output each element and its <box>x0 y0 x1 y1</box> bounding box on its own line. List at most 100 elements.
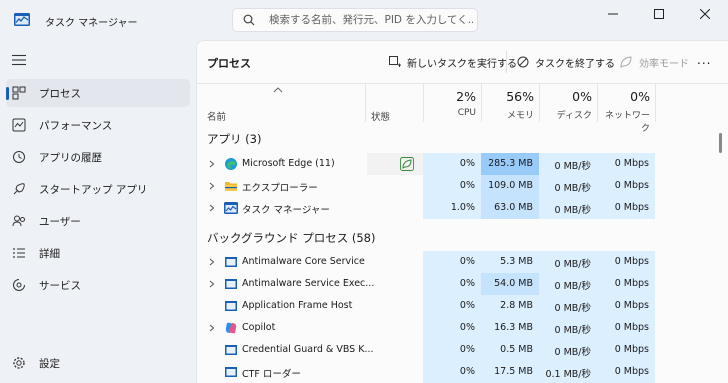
end-task-label: タスクを終了する <box>535 58 615 70</box>
sidebar-item-performance[interactable]: パフォーマンス <box>6 111 190 139</box>
chevron-right-icon[interactable] <box>209 204 215 212</box>
process-name: Microsoft Edge (11) <box>242 158 335 169</box>
new-task-button[interactable]: 新しいタスクを実行する <box>389 53 517 71</box>
cpu-cell: 0% <box>423 153 481 175</box>
hamburger-menu-icon[interactable] <box>12 54 26 66</box>
sidebar-item-label: ユーザー <box>39 216 81 228</box>
memory-cell: 63.0 MB <box>481 197 539 219</box>
close-button[interactable] <box>682 0 728 28</box>
performance-icon <box>12 118 26 132</box>
column-header-name[interactable]: 名前 <box>207 109 226 123</box>
memory-cell: 285.3 MB <box>481 153 539 175</box>
sidebar-item-processes[interactable]: プロセス <box>6 79 190 107</box>
process-name: Credential Guard & VBS K... <box>242 344 374 355</box>
task-manager-icon <box>224 202 238 214</box>
table-row[interactable]: エクスプローラー 0% 109.0 MB 0 MB/秒 0 Mbps <box>197 175 717 197</box>
network-cell: 0 Mbps <box>597 295 655 317</box>
new-task-icon <box>389 56 401 67</box>
memory-total: 56% <box>506 89 534 104</box>
edge-icon <box>225 158 237 170</box>
startup-icon <box>13 183 25 195</box>
sidebar-item-users[interactable]: ユーザー <box>6 207 190 235</box>
vertical-scrollbar[interactable] <box>719 133 722 153</box>
network-cell: 0 Mbps <box>597 361 655 383</box>
sidebar-item-label: アプリの履歴 <box>39 152 102 164</box>
chevron-right-icon[interactable] <box>209 324 215 332</box>
search-icon <box>243 14 255 26</box>
sidebar-item-details[interactable]: 詳細 <box>6 239 190 267</box>
table-row[interactable]: Antimalware Service Exec... 0% 54.0 MB 0… <box>197 273 717 295</box>
more-options-button[interactable]: ... <box>697 53 711 67</box>
table-row[interactable]: Credential Guard & VBS K... 0% 0.5 MB 0 … <box>197 339 717 361</box>
table-row[interactable]: Copilot 0% 16.3 MB 0 MB/秒 0 Mbps <box>197 317 717 339</box>
column-header-memory[interactable]: 56% メモリ <box>481 89 539 121</box>
network-total: 0% <box>630 89 650 104</box>
end-task-button[interactable]: タスクを終了する <box>517 53 615 71</box>
search-input[interactable] <box>269 12 473 28</box>
task-manager-icon <box>14 13 30 26</box>
minimize-button[interactable] <box>590 0 636 28</box>
active-indicator <box>6 87 9 100</box>
memory-cell: 17.5 MB <box>481 361 539 383</box>
chevron-right-icon[interactable] <box>209 280 215 288</box>
cpu-cell: 0% <box>423 273 481 295</box>
search-box[interactable] <box>232 8 478 32</box>
column-header-cpu[interactable]: 2% CPU <box>423 89 481 118</box>
maximize-icon <box>654 9 664 19</box>
processes-icon <box>12 86 26 100</box>
sidebar-item-label: 詳細 <box>39 248 60 260</box>
disk-cell: 0.1 MB/秒 <box>539 361 597 383</box>
sidebar-item-label: スタートアップ アプリ <box>39 184 148 196</box>
network-cell: 0 Mbps <box>597 339 655 361</box>
sidebar-item-app-history[interactable]: アプリの履歴 <box>6 143 190 171</box>
disk-cell: 0 MB/秒 <box>539 295 597 317</box>
chevron-right-icon[interactable] <box>209 182 215 190</box>
table-row[interactable]: タスク マネージャー 1.0% 63.0 MB 0 MB/秒 0 Mbps <box>197 197 717 219</box>
column-header-status[interactable]: 状態 <box>371 109 390 123</box>
services-icon <box>13 279 25 291</box>
header-divider <box>197 83 728 84</box>
folder-icon <box>225 182 237 191</box>
sidebar-item-label: 設定 <box>39 358 60 370</box>
chevron-right-icon[interactable] <box>209 160 215 168</box>
sidebar-item-startup[interactable]: スタートアップ アプリ <box>6 175 190 203</box>
table-row[interactable]: Application Frame Host 0% 2.8 MB 0 MB/秒 … <box>197 295 717 317</box>
details-icon <box>13 248 25 258</box>
sort-chevron-icon <box>273 87 283 93</box>
column-header-network[interactable]: 0% ネットワーク <box>597 89 655 134</box>
column-divider <box>655 84 656 122</box>
network-label: ネットワーク <box>604 111 650 134</box>
users-icon <box>12 215 25 227</box>
service-icon <box>225 301 237 311</box>
sidebar-item-label: パフォーマンス <box>39 120 113 132</box>
memory-cell: 54.0 MB <box>481 273 539 295</box>
disk-total: 0% <box>572 89 592 104</box>
copilot-icon <box>225 322 237 334</box>
section-header-background: バックグラウンド プロセス (58) <box>207 231 376 245</box>
new-task-label: 新しいタスクを実行する <box>407 58 517 70</box>
memory-cell: 109.0 MB <box>481 175 539 197</box>
sidebar-item-settings[interactable]: 設定 <box>6 349 190 377</box>
sidebar: プロセス パフォーマンス アプリの履歴 スタートアップ アプリ ユーザー 詳細 … <box>0 40 196 383</box>
close-icon <box>700 9 710 19</box>
main-panel: プロセス 新しいタスクを実行する タスクを終了する 効率モード ... 名前 状… <box>196 40 728 383</box>
table-row[interactable]: CTF ローダー 0% 17.5 MB 0.1 MB/秒 0 Mbps <box>197 361 717 383</box>
column-header-disk[interactable]: 0% ディスク <box>539 89 597 121</box>
network-cell: 0 Mbps <box>597 153 655 175</box>
efficiency-mode-button[interactable]: 効率モード <box>619 53 689 71</box>
network-cell: 0 Mbps <box>597 197 655 219</box>
chevron-right-icon[interactable] <box>209 258 215 266</box>
process-name: エクスプローラー <box>242 183 318 194</box>
cpu-cell: 0% <box>423 295 481 317</box>
cpu-cell: 0% <box>423 175 481 197</box>
process-name: Antimalware Service Exec... <box>242 278 375 289</box>
sidebar-item-services[interactable]: サービス <box>6 271 190 299</box>
table-row[interactable]: Microsoft Edge (11) 0% 285.3 MB 0 MB/秒 0… <box>197 153 717 175</box>
cpu-cell: 0% <box>423 361 481 383</box>
maximize-button[interactable] <box>636 0 682 28</box>
service-icon <box>225 367 237 377</box>
efficiency-leaf-icon <box>620 56 632 68</box>
service-icon <box>225 345 237 355</box>
disk-label: ディスク <box>556 111 592 121</box>
table-row[interactable]: Antimalware Core Service 0% 5.3 MB 0 MB/… <box>197 251 717 273</box>
